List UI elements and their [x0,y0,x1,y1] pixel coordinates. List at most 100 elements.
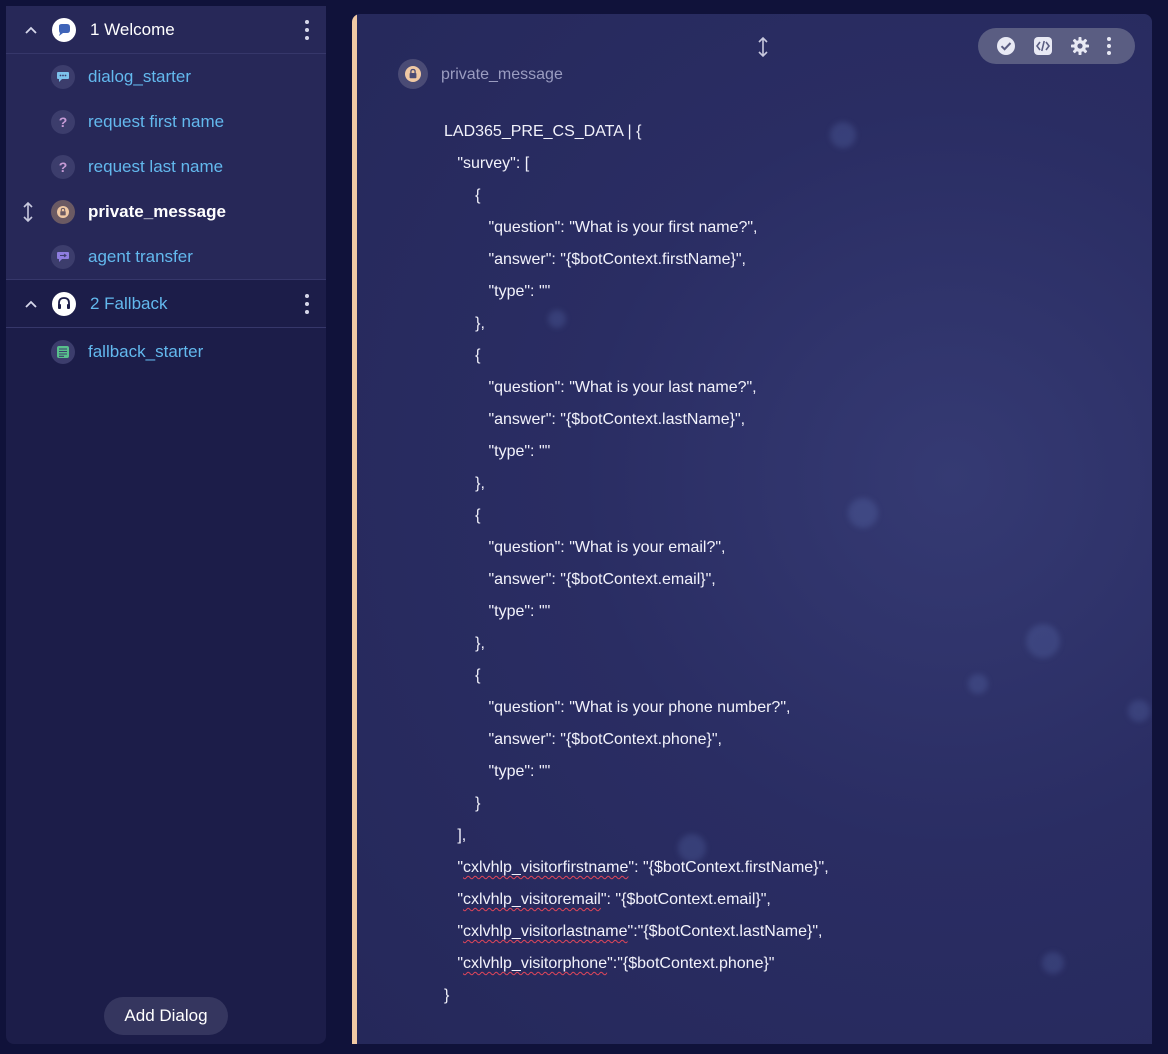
code-line: "question": "What is your email?", [444,532,829,564]
code-text: "type": "" [444,443,551,460]
code-line: }, [444,468,829,500]
private-message-text[interactable]: LAD365_PRE_CS_DATA | { "survey": [ { "qu… [444,116,829,1012]
dialog-sidebar: 1 Welcome dialog_starter ? request first… [6,6,326,1044]
group-title: 2 Fallback [90,293,168,313]
code-text: { [444,667,481,684]
code-line: { [444,340,829,372]
background-decoration [968,674,988,694]
add-dialog-button[interactable]: Add Dialog [104,997,228,1035]
code-text: " [444,923,464,940]
code-line: "survey": [ [444,148,829,180]
code-line: "type": "" [444,436,829,468]
code-text: LAD365_PRE_CS_DATA | { [444,123,642,140]
code-text: "question": "What is your email?", [444,539,726,556]
background-decoration [1128,700,1150,722]
selected-accent-bar [352,14,357,1044]
fallback-dialog-group: 2 Fallback fallback_starter [6,280,326,376]
check-icon[interactable] [993,33,1019,59]
code-text: { [444,507,481,524]
code-text: " [444,955,464,972]
code-text: ], [444,827,467,844]
transfer-bubble-icon [51,244,75,269]
code-line: } [444,788,829,820]
background-decoration [1042,952,1064,974]
lock-bubble-icon [398,59,428,89]
question-icon: ? [51,109,75,134]
code-text: "answer": "{$botContext.lastName}", [444,411,746,428]
chevron-up-icon[interactable] [24,297,38,311]
code-text: "type": "" [444,603,551,620]
more-vertical-icon[interactable] [302,19,312,40]
code-line: "cxlvhlp_visitorlastname":"{$botContext.… [444,916,829,948]
code-line: "cxlvhlp_visitoremail": "{$botContext.em… [444,884,829,916]
misspelled-word: cxlvhlp_visitorphone [463,955,608,972]
more-vertical-icon[interactable] [1104,37,1114,55]
chat-bubble-icon [51,64,75,89]
welcome-group-header[interactable]: 1 Welcome [6,6,326,54]
code-icon[interactable] [1030,33,1056,59]
code-line: } [444,980,829,1012]
background-decoration [848,498,878,528]
code-line: LAD365_PRE_CS_DATA | { [444,116,829,148]
code-text: "question": "What is your phone number?"… [444,699,791,716]
sidebar-item-request-first-name[interactable]: ? request first name [6,99,326,144]
code-text: { [444,187,481,204]
code-line: { [444,500,829,532]
misspelled-word: cxlvhlp_visitorfirstname [463,859,629,876]
sidebar-item-fallback-starter[interactable]: fallback_starter [6,328,326,376]
chevron-up-icon[interactable] [24,23,38,37]
sidebar-item-label: dialog_starter [88,66,192,86]
background-decoration [1026,624,1060,658]
bot-builder-page: 1 Welcome dialog_starter ? request first… [0,0,1168,1054]
question-icon: ? [51,154,75,179]
fallback-group-header[interactable]: 2 Fallback [6,280,326,328]
sidebar-item-dialog-starter[interactable]: dialog_starter [6,54,326,99]
text-lines-icon [51,340,75,364]
code-line: "answer": "{$botContext.lastName}", [444,404,829,436]
interaction-toolbar [978,28,1135,64]
code-line: }, [444,308,829,340]
code-text: " [444,859,464,876]
code-text: " [444,891,464,908]
code-line: "question": "What is your first name?", [444,212,829,244]
sidebar-item-request-last-name[interactable]: ? request last name [6,144,326,189]
code-text: "answer": "{$botContext.phone}", [444,731,722,748]
code-text: { [444,347,481,364]
code-line: ], [444,820,829,852]
code-line: "type": "" [444,276,829,308]
code-text: "question": "What is your first name?", [444,219,758,236]
code-text: }, [444,315,485,332]
code-text: "type": "" [444,283,551,300]
code-line: "cxlvhlp_visitorfirstname": "{$botContex… [444,852,829,884]
code-line: "answer": "{$botContext.phone}", [444,724,829,756]
code-text: "question": "What is your last name?", [444,379,757,396]
code-line: "answer": "{$botContext.email}", [444,564,829,596]
code-line: "type": "" [444,596,829,628]
code-text: }, [444,635,485,652]
code-line: { [444,660,829,692]
code-line: }, [444,628,829,660]
code-text: } [444,795,481,812]
code-line: "answer": "{$botContext.firstName}", [444,244,829,276]
sidebar-item-private-message[interactable]: private_message [6,189,326,234]
resize-vertical-icon[interactable] [756,36,770,58]
code-text: ":"{$botContext.phone}" [607,955,775,972]
interaction-editor-panel: private_message LAD365_PRE_CS_DATA | { "… [352,14,1152,1044]
code-text: ": "{$botContext.firstName}", [628,859,829,876]
drag-handle-icon[interactable] [21,201,35,223]
code-line: "question": "What is your phone number?"… [444,692,829,724]
code-text: "type": "" [444,763,551,780]
code-text: "answer": "{$botContext.email}", [444,571,716,588]
code-line: "cxlvhlp_visitorphone":"{$botContext.pho… [444,948,829,980]
sidebar-item-label: agent transfer [88,246,193,266]
chat-bubble-icon [52,17,76,42]
interaction-title: private_message [441,66,563,83]
sidebar-item-label: request last name [88,156,224,176]
sidebar-item-label: fallback_starter [88,342,204,361]
more-vertical-icon[interactable] [302,293,312,314]
code-line: "type": "" [444,756,829,788]
sidebar-item-agent-transfer[interactable]: agent transfer [6,234,326,280]
gear-icon[interactable] [1067,33,1093,59]
headset-icon [52,291,76,316]
sidebar-item-label: private_message [88,201,226,221]
